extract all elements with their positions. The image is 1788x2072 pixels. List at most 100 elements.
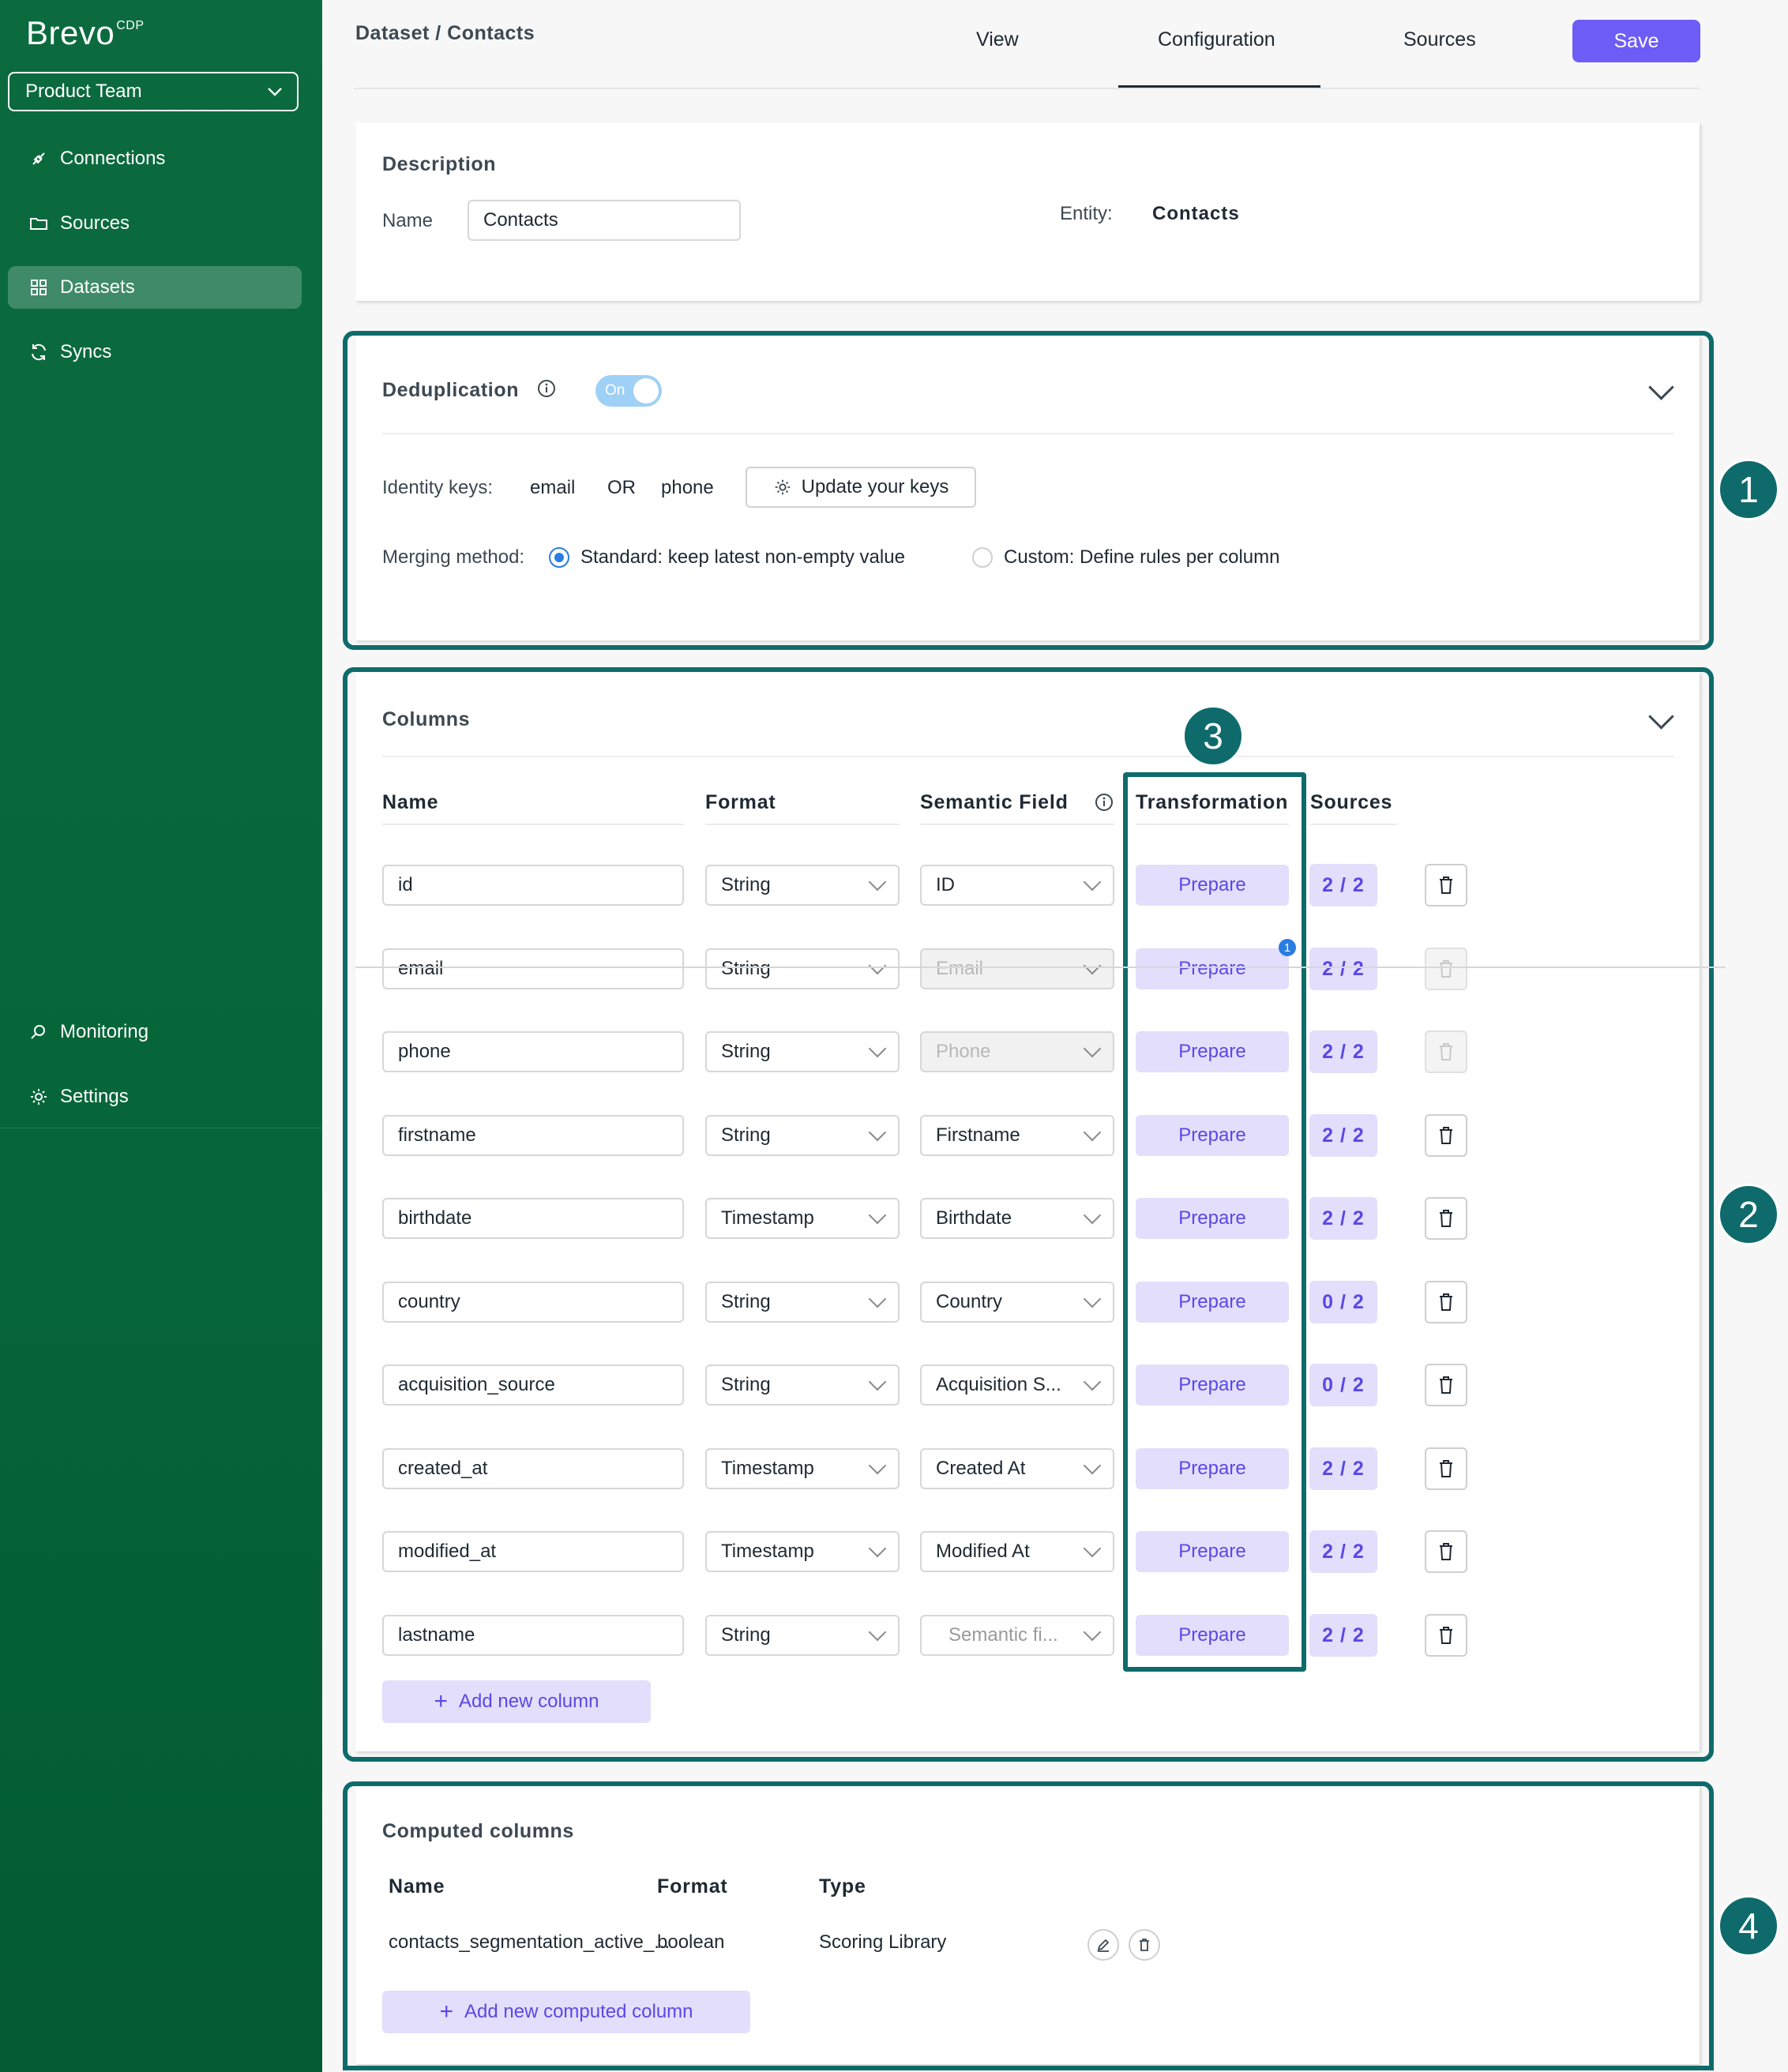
folder-icon	[28, 213, 49, 234]
delete-column-button[interactable]	[1425, 1530, 1467, 1573]
chevron-down-icon	[1084, 1290, 1102, 1308]
column-name-input[interactable]	[382, 1615, 684, 1656]
chevron-down-icon	[869, 1040, 887, 1058]
format-select[interactable]: Timestamp	[705, 1198, 900, 1239]
delete-column-button[interactable]	[1425, 1281, 1467, 1323]
deduplication-toggle[interactable]: On	[595, 375, 662, 407]
sidebar-item-datasets[interactable]: Datasets	[8, 266, 302, 309]
sources-badge[interactable]: 2 / 2	[1309, 1614, 1377, 1657]
semantic-value: Created At	[936, 1458, 1025, 1480]
sources-badge[interactable]: 2 / 2	[1309, 864, 1377, 906]
delete-column-button[interactable]	[1425, 1364, 1467, 1406]
notification-badge: 1	[1279, 939, 1296, 956]
format-value: String	[721, 1374, 771, 1396]
semantic-field-select[interactable]: Created At	[920, 1448, 1114, 1489]
sources-badge[interactable]: 0 / 2	[1309, 1364, 1377, 1406]
brand-suffix: CDP	[116, 19, 144, 32]
sidebar-item-syncs[interactable]: Syncs	[8, 331, 302, 373]
sidebar-item-settings[interactable]: Settings	[8, 1075, 302, 1118]
semantic-field-select[interactable]: Modified At	[920, 1531, 1114, 1572]
chevron-down-icon	[869, 1540, 887, 1558]
sources-badge[interactable]: 2 / 2	[1309, 1530, 1377, 1573]
header-divider	[354, 88, 1700, 89]
format-select[interactable]: String	[705, 948, 900, 989]
add-column-button[interactable]: + Add new column	[382, 1680, 651, 1723]
sources-badge[interactable]: 2 / 2	[1309, 1114, 1377, 1157]
format-select[interactable]: Timestamp	[705, 1531, 900, 1572]
breadcrumb: Dataset / Contacts	[355, 22, 535, 45]
edit-computed-button[interactable]	[1087, 1929, 1119, 1961]
identity-key-email: email	[530, 477, 575, 499]
format-select[interactable]: String	[705, 1364, 900, 1406]
sidebar-item-monitoring[interactable]: Monitoring	[8, 1011, 302, 1053]
toggle-label: On	[605, 382, 625, 400]
team-selector[interactable]: Product Team	[8, 72, 299, 111]
update-keys-label: Update your keys	[802, 476, 949, 498]
computed-header-format: Format	[657, 1875, 728, 1898]
save-button[interactable]: Save	[1572, 20, 1700, 62]
delete-computed-button[interactable]	[1129, 1929, 1160, 1961]
semantic-field-select: Phone	[920, 1031, 1114, 1072]
sources-badge[interactable]: 0 / 2	[1309, 1281, 1377, 1323]
semantic-value: Country	[936, 1291, 1002, 1313]
radio-custom[interactable]	[972, 547, 993, 568]
tab-sources[interactable]: Sources	[1403, 28, 1476, 51]
delete-column-button[interactable]	[1425, 864, 1467, 906]
header-underline	[920, 824, 1114, 825]
format-select[interactable]: String	[705, 865, 900, 906]
callout-1: 1	[1718, 459, 1779, 520]
semantic-value: Birthdate	[936, 1207, 1012, 1229]
info-icon[interactable]	[1095, 793, 1114, 812]
computed-row-name: contacts_segmentation_active_...	[389, 1931, 670, 1954]
format-select[interactable]: String	[705, 1031, 900, 1072]
sources-badge[interactable]: 2 / 2	[1309, 1030, 1377, 1073]
column-name-input[interactable]	[382, 1198, 684, 1239]
column-name-input[interactable]	[382, 1448, 684, 1489]
semantic-field-select[interactable]: Birthdate	[920, 1198, 1114, 1239]
format-select[interactable]: String	[705, 1115, 900, 1156]
delete-column-button[interactable]	[1425, 1197, 1467, 1240]
semantic-field-select[interactable]: Semantic fi...	[920, 1615, 1114, 1656]
chevron-down-icon	[1084, 1040, 1102, 1058]
column-name-input[interactable]	[382, 1364, 684, 1406]
dataset-name-input[interactable]	[468, 200, 741, 241]
plug-icon	[28, 148, 49, 169]
sidebar-item-label: Connections	[60, 148, 165, 170]
update-keys-button[interactable]: Update your keys	[746, 467, 976, 508]
brand-logo[interactable]: BrevoCDP	[26, 14, 145, 52]
sources-badge[interactable]: 2 / 2	[1309, 1197, 1377, 1240]
delete-column-button[interactable]	[1425, 1447, 1467, 1490]
column-name-input[interactable]	[382, 865, 684, 906]
add-computed-column-button[interactable]: + Add new computed column	[382, 1991, 750, 2033]
sources-badge[interactable]: 2 / 2	[1309, 1447, 1377, 1490]
overlay-guideline	[355, 967, 1726, 968]
chevron-down-icon	[1084, 873, 1102, 891]
sidebar-item-connections[interactable]: Connections	[8, 137, 302, 180]
column-name-input[interactable]	[382, 1531, 684, 1572]
semantic-field-select[interactable]: ID	[920, 865, 1114, 906]
semantic-field-select[interactable]: Firstname	[920, 1115, 1114, 1156]
format-select[interactable]: String	[705, 1615, 900, 1656]
chevron-down-icon	[869, 1290, 887, 1308]
format-select[interactable]: Timestamp	[705, 1448, 900, 1489]
format-select[interactable]: String	[705, 1282, 900, 1323]
column-name-input[interactable]	[382, 948, 684, 989]
column-name-input[interactable]	[382, 1115, 684, 1156]
sidebar-item-label: Datasets	[60, 276, 135, 298]
tab-configuration[interactable]: Configuration	[1158, 28, 1275, 51]
name-label: Name	[382, 210, 433, 232]
sources-badge[interactable]: 2 / 2	[1309, 948, 1377, 990]
info-icon[interactable]	[537, 379, 556, 398]
delete-column-button[interactable]	[1425, 1114, 1467, 1157]
identity-key-operator: OR	[607, 477, 636, 499]
column-name-input[interactable]	[382, 1031, 684, 1072]
semantic-field-select[interactable]: Acquisition S...	[920, 1364, 1114, 1406]
sidebar-item-sources[interactable]: Sources	[8, 202, 302, 245]
radio-standard[interactable]	[549, 547, 569, 568]
column-name-input[interactable]	[382, 1282, 684, 1323]
tab-view[interactable]: View	[976, 28, 1019, 51]
gear-icon	[28, 1087, 49, 1107]
chevron-down-icon	[1084, 1373, 1102, 1391]
delete-column-button[interactable]	[1425, 1614, 1467, 1657]
semantic-field-select[interactable]: Country	[920, 1282, 1114, 1323]
